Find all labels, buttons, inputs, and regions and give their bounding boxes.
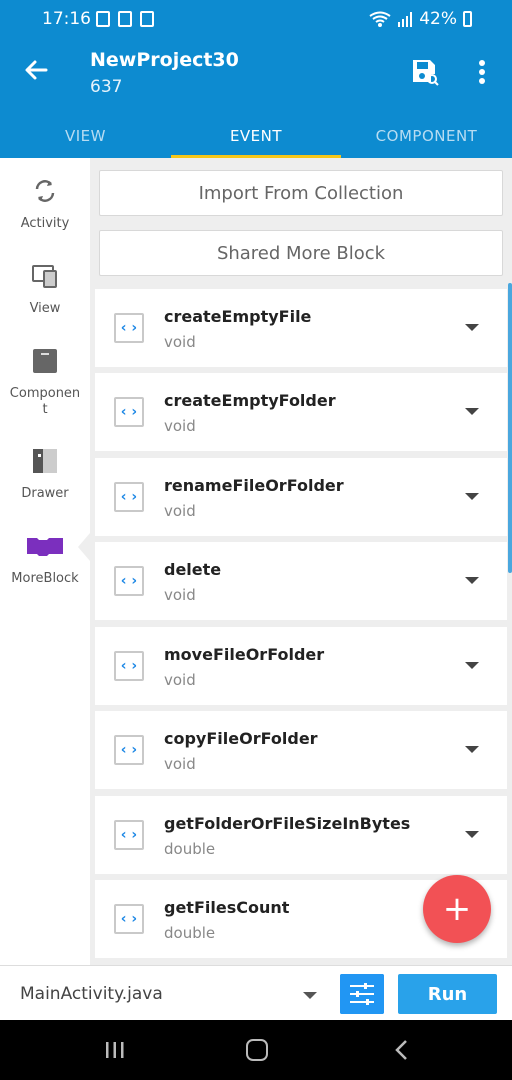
rail-item-drawer[interactable]: Drawer: [0, 446, 90, 530]
moreblock-return-type: void: [164, 671, 196, 689]
sd-card-icon: [118, 11, 132, 27]
code-block-icon: ‹ ›: [114, 397, 144, 427]
app-bar: NewProject30 637 VIEW EVENT COMPONENT: [0, 40, 512, 158]
code-block-icon: ‹ ›: [114, 482, 144, 512]
rail-label-activity: Activity: [20, 216, 70, 231]
selected-pointer: [78, 533, 90, 561]
nav-back-icon[interactable]: [393, 1039, 409, 1061]
signal-icon: [398, 12, 413, 27]
shared-more-block-button[interactable]: Shared More Block: [99, 230, 503, 276]
wifi-icon: [369, 11, 391, 27]
moreblock-name: copyFileOrFolder: [164, 729, 318, 748]
moreblock-item[interactable]: ‹ › copyFileOrFolder void: [95, 711, 507, 789]
recent-apps-icon[interactable]: [104, 1041, 126, 1059]
moreblock-name: createEmptyFolder: [164, 391, 336, 410]
tab-component[interactable]: COMPONENT: [341, 114, 512, 158]
moreblock-panel: Import From Collection Shared More Block…: [90, 158, 512, 965]
status-bar: 17:16 42%: [0, 0, 512, 40]
expand-chevron-icon[interactable]: [465, 831, 479, 838]
moreblock-name: getFilesCount: [164, 898, 290, 917]
expand-chevron-icon[interactable]: [465, 493, 479, 500]
rail-label-view: View: [29, 301, 61, 316]
status-right: 42%: [369, 9, 472, 29]
expand-chevron-icon[interactable]: [465, 662, 479, 669]
component-icon: [33, 349, 57, 373]
battery-percent: 42%: [419, 9, 457, 29]
settings-sliders-icon[interactable]: [340, 974, 384, 1014]
moreblock-name: createEmptyFile: [164, 307, 312, 326]
status-time: 17:16: [42, 9, 91, 29]
moreblock-return-type: double: [164, 840, 216, 858]
code-block-icon: ‹ ›: [114, 313, 144, 343]
moreblock-name: getFolderOrFileSizeInBytes: [164, 814, 411, 833]
moreblock-item[interactable]: ‹ › createEmptyFolder void: [95, 373, 507, 451]
moreblock-return-type: double: [164, 924, 216, 942]
moreblock-icon: [27, 538, 63, 556]
tab-bar: VIEW EVENT COMPONENT: [0, 114, 512, 158]
gallery-icon: [96, 11, 110, 27]
rail-item-component[interactable]: Componen t: [0, 346, 90, 430]
moreblock-item[interactable]: ‹ › createEmptyFile void: [95, 289, 507, 367]
bottom-toolbar: MainActivity.java Run: [0, 965, 512, 1020]
moreblock-item[interactable]: ‹ › renameFileOrFolder void: [95, 458, 507, 536]
moreblock-item[interactable]: ‹ › moveFileOrFolder void: [95, 627, 507, 705]
moreblock-name: renameFileOrFolder: [164, 476, 344, 495]
moreblock-name: moveFileOrFolder: [164, 645, 325, 664]
project-id: 637: [90, 77, 123, 97]
expand-chevron-icon[interactable]: [465, 577, 479, 584]
code-block-icon: ‹ ›: [114, 820, 144, 850]
moreblock-return-type: void: [164, 502, 196, 520]
shield-icon: [140, 11, 154, 27]
save-icon[interactable]: [408, 56, 440, 88]
code-block-icon: ‹ ›: [114, 566, 144, 596]
moreblock-return-type: void: [164, 333, 196, 351]
activity-icon: [35, 180, 55, 202]
moreblock-return-type: void: [164, 417, 196, 435]
moreblock-name: delete: [164, 560, 222, 579]
expand-chevron-icon[interactable]: [465, 408, 479, 415]
file-dropdown-icon[interactable]: [303, 992, 317, 999]
drawer-icon: [33, 449, 57, 473]
more-options-icon[interactable]: [470, 56, 494, 88]
import-from-collection-button[interactable]: Import From Collection: [99, 170, 503, 216]
run-button[interactable]: Run: [398, 974, 497, 1014]
rail-label-drawer: Drawer: [21, 486, 69, 501]
moreblock-item[interactable]: ‹ › getFolderOrFileSizeInBytes double: [95, 796, 507, 874]
view-icon: [32, 265, 57, 288]
add-moreblock-fab[interactable]: +: [423, 875, 491, 943]
status-notification-icons: [96, 11, 154, 27]
code-block-icon: ‹ ›: [114, 651, 144, 681]
system-nav-bar: [0, 1020, 512, 1080]
scrollbar[interactable]: [508, 283, 512, 573]
rail-item-moreblock[interactable]: MoreBlock: [0, 531, 90, 615]
battery-icon: [463, 11, 472, 27]
code-block-icon: ‹ ›: [114, 735, 144, 765]
home-icon[interactable]: [246, 1039, 268, 1061]
expand-chevron-icon[interactable]: [465, 746, 479, 753]
expand-chevron-icon[interactable]: [465, 324, 479, 331]
moreblock-return-type: void: [164, 586, 196, 604]
rail-item-activity[interactable]: Activity: [0, 176, 90, 260]
project-title: NewProject30: [90, 49, 239, 71]
tab-view[interactable]: VIEW: [0, 114, 171, 158]
moreblock-return-type: void: [164, 755, 196, 773]
rail-item-view[interactable]: View: [0, 261, 90, 345]
moreblock-item[interactable]: ‹ › delete void: [95, 542, 507, 620]
rail-label-component: Componen t: [9, 386, 81, 417]
rail-label-moreblock: MoreBlock: [11, 571, 79, 586]
event-category-rail: Activity View Componen t Drawer MoreBloc…: [0, 158, 90, 965]
tab-event[interactable]: EVENT: [171, 114, 341, 158]
code-block-icon: ‹ ›: [114, 904, 144, 934]
back-arrow-icon[interactable]: [20, 54, 52, 86]
file-selector[interactable]: MainActivity.java: [20, 984, 163, 1004]
